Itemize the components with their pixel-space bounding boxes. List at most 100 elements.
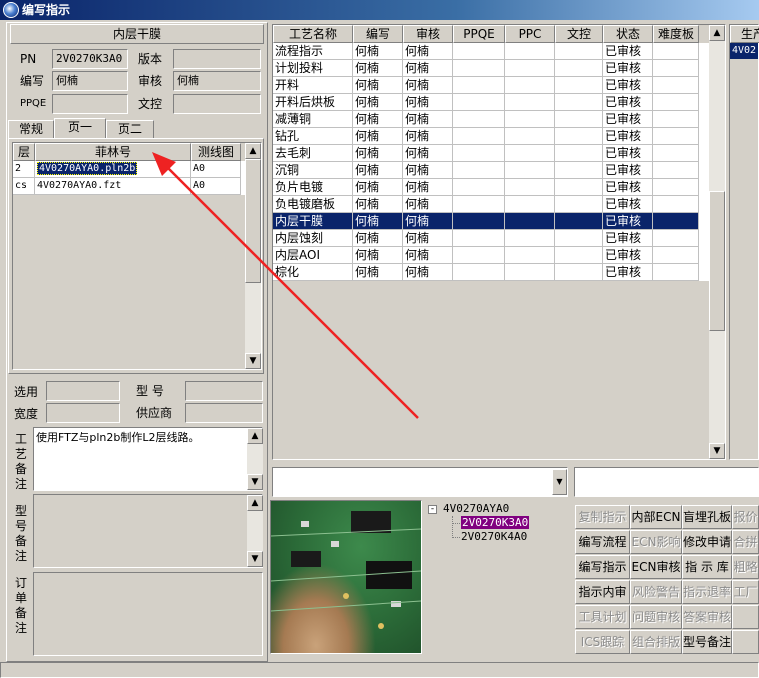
version-field[interactable] [173,49,261,69]
col-header-diagram[interactable]: 测线图 [191,143,241,161]
scroll-down-icon[interactable]: ▼ [247,474,263,490]
action-button-10[interactable]: 指 示 库 [682,555,732,579]
film-cell-selected[interactable]: 4V0270AYA0.pln2b [37,162,138,175]
tab-page-one[interactable]: 页一 [54,118,106,138]
table-row[interactable]: 负电镀磨板 何楠 何楠 已审核 [273,196,725,213]
action-button-6[interactable]: 修改申请 [682,530,732,554]
width-field[interactable] [46,403,120,423]
action-button-22[interactable]: 型号备注 [682,630,732,654]
pn-field[interactable]: 2V0270K3A0 [52,49,128,69]
col-header-5[interactable]: 文控 [555,25,603,43]
action-button-23[interactable] [732,630,759,654]
col-header-0[interactable]: 工艺名称 [273,25,353,43]
table-row[interactable]: 内层蚀刻 何楠 何楠 已审核 [273,230,725,247]
col-header-4[interactable]: PPC [505,25,555,43]
table-cell [653,264,699,281]
tree-child-selected[interactable]: 2V0270K3A0 [461,516,530,529]
search-combo[interactable] [574,467,759,497]
table-row[interactable]: cs 4V0270AYA0.fzt A0 [13,178,261,195]
table-row[interactable]: 开料后烘板 何楠 何楠 已审核 [273,94,725,111]
action-button-21[interactable]: 组合排版 [630,630,682,654]
table-row[interactable]: 钻孔 何楠 何楠 已审核 [273,128,725,145]
scroll-down-icon[interactable]: ▼ [709,443,725,459]
col-header-2[interactable]: 审核 [403,25,453,43]
table-row[interactable]: 内层AOI 何楠 何楠 已审核 [273,247,725,264]
circuit-traces-icon [271,511,421,629]
model-note-textarea[interactable] [33,494,263,568]
doc-ctrl-field[interactable] [173,94,261,114]
scroll-up-icon[interactable]: ▲ [247,495,263,511]
table-cell: 何楠 [353,264,403,281]
action-button-9[interactable]: ECN审核 [630,555,682,579]
supplier-field[interactable] [185,403,263,423]
action-button-11[interactable]: 粗略 [732,555,759,579]
col-header-film[interactable]: 菲林号 [35,143,191,161]
table-row[interactable]: 2 4V0270AYA0.pln2b A0 [13,161,261,178]
model-note-scrollbar[interactable]: ▲ ▼ [247,495,263,567]
table-cell: 计划投料 [273,60,353,77]
scroll-down-icon[interactable]: ▼ [247,551,263,567]
order-note-label: 订单备注 [14,576,27,635]
tree-root[interactable]: 4V0270AYA0 [443,502,509,515]
process-note-scrollbar[interactable]: ▲ ▼ [247,428,263,490]
action-button-14[interactable]: 指示退率 [682,580,732,604]
action-button-2[interactable]: 盲埋孔板 [682,505,732,529]
reviewer-field[interactable]: 何楠 [173,71,261,91]
action-button-15[interactable]: 工厂 [732,580,759,604]
scroll-thumb[interactable] [245,159,261,283]
table-cell: 内层干膜 [273,213,353,230]
table-row[interactable]: 减薄铜 何楠 何楠 已审核 [273,111,725,128]
tab-general[interactable]: 常规 [8,120,54,138]
table-row[interactable]: 流程指示 何楠 何楠 已审核 [273,43,725,60]
action-button-7[interactable]: 合拼 [732,530,759,554]
action-button-19[interactable] [732,605,759,629]
ppqe-field[interactable] [52,94,128,114]
action-button-5[interactable]: ECN影响 [630,530,682,554]
table-row[interactable]: 开料 何楠 何楠 已审核 [273,77,725,94]
table-cell [453,111,505,128]
scroll-up-icon[interactable]: ▲ [709,25,725,41]
process-note-textarea[interactable]: 使用FTZ与pln2b制作L2层线路。 [33,427,263,491]
action-button-1[interactable]: 内部ECN [630,505,682,529]
process-table-scrollbar[interactable]: ▲ ▼ [709,25,725,459]
production-value[interactable]: 4V02 [730,43,758,59]
scroll-up-icon[interactable]: ▲ [247,428,263,444]
combo-dropdown-icon[interactable]: ▼ [552,469,567,495]
scroll-down-icon[interactable]: ▼ [245,353,261,369]
col-header-7[interactable]: 难度板 [653,25,699,43]
action-button-0[interactable]: 复制指示 [575,505,630,529]
action-button-13[interactable]: 风险警告 [630,580,682,604]
table-row[interactable]: 负片电镀 何楠 何楠 已审核 [273,179,725,196]
select-field[interactable] [46,381,120,401]
table-row[interactable]: 去毛刺 何楠 何楠 已审核 [273,145,725,162]
col-header-6[interactable]: 状态 [603,25,653,43]
model-field[interactable] [185,381,263,401]
tree-child[interactable]: 2V0270K4A0 [461,530,527,543]
scroll-thumb[interactable] [709,191,725,331]
scroll-up-icon[interactable]: ▲ [245,143,261,159]
film-table-scrollbar[interactable]: ▲ ▼ [245,143,261,369]
filter-combo[interactable] [272,467,568,497]
order-note-textarea[interactable] [33,572,263,656]
action-button-8[interactable]: 编写指示 [575,555,630,579]
action-button-4[interactable]: 编写流程 [575,530,630,554]
pn-label: PN [20,52,37,66]
table-cell [555,145,603,162]
table-cell [453,179,505,196]
action-button-3[interactable]: 报价 [732,505,759,529]
col-header-3[interactable]: PPQE [453,25,505,43]
action-button-17[interactable]: 问题审核 [630,605,682,629]
col-header-1[interactable]: 编写 [353,25,403,43]
action-button-20[interactable]: ICS跟踪 [575,630,630,654]
col-header-layer[interactable]: 层 [13,143,35,161]
action-button-16[interactable]: 工具计划 [575,605,630,629]
action-button-18[interactable]: 答案审核 [682,605,732,629]
table-row[interactable]: 沉铜 何楠 何楠 已审核 [273,162,725,179]
table-row[interactable]: 内层干膜 何楠 何楠 已审核 [273,213,725,230]
tab-page-two[interactable]: 页二 [106,120,154,138]
action-button-12[interactable]: 指示内审 [575,580,630,604]
tree-collapse-icon[interactable]: - [428,505,437,514]
author-field[interactable]: 何楠 [52,71,128,91]
table-row[interactable]: 计划投料 何楠 何楠 已审核 [273,60,725,77]
table-row[interactable]: 棕化 何楠 何楠 已审核 [273,264,725,281]
